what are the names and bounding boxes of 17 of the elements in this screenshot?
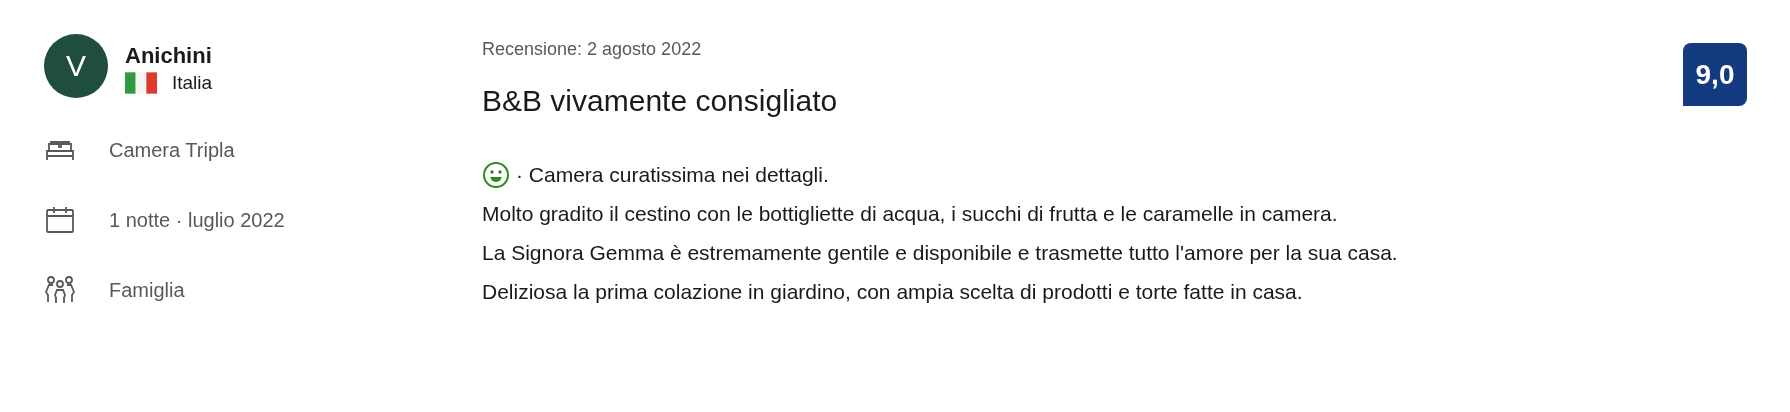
stay-detail: Camera Tripla — [109, 138, 235, 162]
stay-detail: 1 notte · luglio 2022 — [109, 208, 285, 232]
country-name: Italia — [172, 72, 213, 94]
score-badge: 9,0 — [1683, 43, 1747, 106]
review-text: La Signora Gemma è estremamente gentile e disponibile e trasmette tutto l'amore per la sua casa. — [482, 240, 1399, 266]
review-title: B&B vivamente consigliato — [482, 84, 839, 118]
reviewer-name: Anichini — [125, 43, 213, 69]
avatar: V — [44, 34, 108, 98]
smiley-icon — [482, 160, 510, 189]
review-text: Deliziosa la prima colazione in giardino, con ampia scelta di prodotti e torte fatte in casa. — [482, 279, 1304, 305]
review-text: Molto gradito il cestino con le bottigliette di acqua, i succhi di frutta e le caramelle in camera. — [482, 201, 1339, 227]
calendar-icon — [44, 204, 76, 236]
review-date: Recensione: 2 agosto 2022 — [482, 39, 703, 60]
review-text: · Camera curatissima nei dettagli. — [516, 162, 829, 188]
family-icon — [44, 274, 76, 306]
flag-icon — [125, 72, 157, 94]
stay-detail: Famiglia — [109, 278, 185, 302]
